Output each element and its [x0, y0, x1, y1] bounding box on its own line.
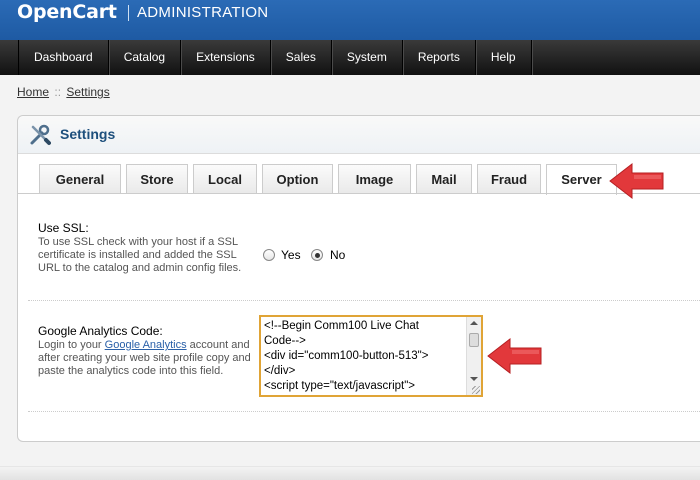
arrow-left-icon	[487, 337, 542, 375]
ssl-yes-radio[interactable]	[263, 249, 275, 261]
app-header: OpenCart ADMINISTRATION	[0, 0, 700, 40]
arrow-left-icon	[609, 162, 664, 200]
tab-option[interactable]: Option	[262, 164, 333, 194]
main-menu: Dashboard Catalog Extensions Sales Syste…	[0, 40, 700, 75]
row-divider	[28, 411, 700, 412]
textarea-scrollbar[interactable]	[466, 317, 481, 395]
tab-local[interactable]: Local	[193, 164, 257, 194]
logo[interactable]: OpenCart	[17, 1, 117, 23]
page-footer	[0, 466, 700, 480]
logo-divider	[128, 5, 129, 21]
analytics-help-text: Login to your Google Analytics account a…	[38, 339, 253, 378]
scroll-down-icon[interactable]	[470, 377, 478, 381]
analytics-code-textarea[interactable]: <!--Begin Comm100 Live Chat Code--> <div…	[259, 315, 483, 397]
analytics-code-value[interactable]: <!--Begin Comm100 Live Chat Code--> <div…	[264, 319, 464, 394]
menu-item-dashboard[interactable]: Dashboard	[18, 40, 109, 75]
ssl-no-label[interactable]: No	[330, 248, 345, 262]
menu-item-catalog[interactable]: Catalog	[109, 40, 182, 75]
wrench-screwdriver-icon	[30, 124, 51, 145]
menu-item-sales[interactable]: Sales	[271, 40, 332, 75]
scroll-thumb[interactable]	[469, 333, 479, 347]
menu-item-extensions[interactable]: Extensions	[181, 40, 271, 75]
menu-item-reports[interactable]: Reports	[403, 40, 476, 75]
breadcrumb-settings-link[interactable]: Settings	[66, 85, 109, 99]
analytics-help-prefix: Login to your	[38, 339, 105, 351]
resize-grip-icon[interactable]	[472, 386, 480, 394]
analytics-label: Google Analytics Code:	[38, 324, 163, 338]
ssl-yes-label[interactable]: Yes	[281, 248, 301, 262]
settings-tabs: General Store Local Option Image Mail Fr…	[39, 164, 622, 195]
scroll-up-icon[interactable]	[470, 321, 478, 325]
tab-image[interactable]: Image	[338, 164, 411, 194]
breadcrumb-home-link[interactable]: Home	[17, 85, 49, 99]
tab-mail[interactable]: Mail	[416, 164, 472, 194]
panel-header: Settings	[18, 116, 700, 154]
menu-item-system[interactable]: System	[332, 40, 403, 75]
menu-item-help[interactable]: Help	[476, 40, 532, 75]
tab-store[interactable]: Store	[126, 164, 188, 194]
breadcrumb-separator: ::	[54, 85, 62, 99]
section-title: ADMINISTRATION	[137, 4, 269, 21]
tab-fraud[interactable]: Fraud	[477, 164, 541, 194]
tab-general[interactable]: General	[39, 164, 121, 194]
tab-underline	[17, 193, 700, 194]
row-divider	[28, 300, 700, 301]
ssl-help-text: To use SSL check with your host if a SSL…	[38, 236, 242, 274]
breadcrumb: Home :: Settings	[17, 85, 110, 99]
panel-title: Settings	[60, 126, 116, 142]
google-analytics-link[interactable]: Google Analytics	[105, 339, 187, 351]
ssl-no-radio[interactable]	[311, 249, 323, 261]
ssl-label: Use SSL:	[38, 221, 89, 235]
